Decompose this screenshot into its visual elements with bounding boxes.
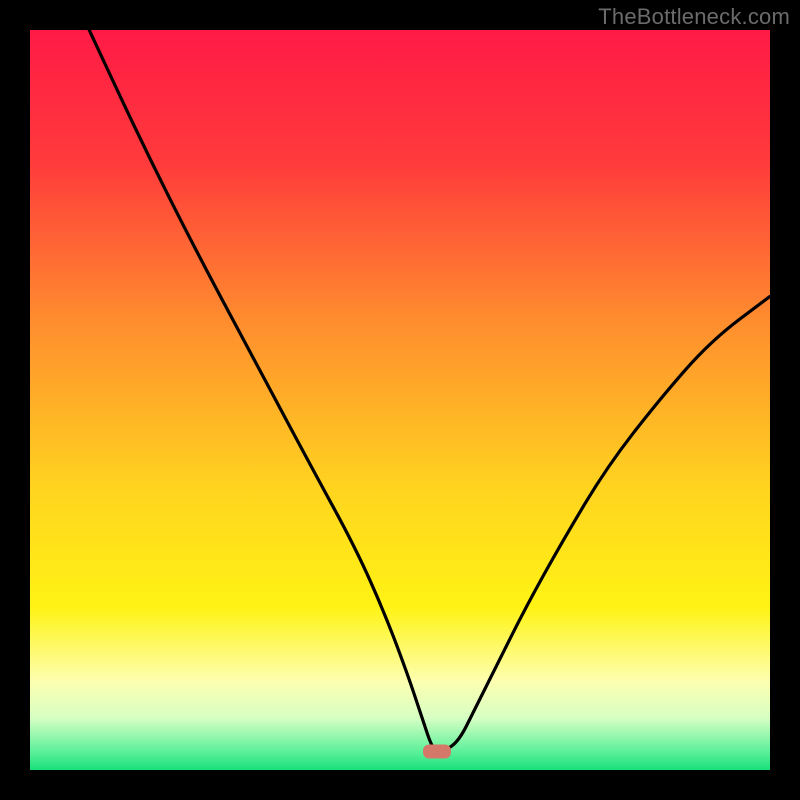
chart-frame: TheBottleneck.com <box>0 0 800 800</box>
plot-area <box>30 30 770 770</box>
optimal-marker <box>423 745 451 759</box>
watermark-text: TheBottleneck.com <box>598 4 790 30</box>
chart-svg <box>30 30 770 770</box>
